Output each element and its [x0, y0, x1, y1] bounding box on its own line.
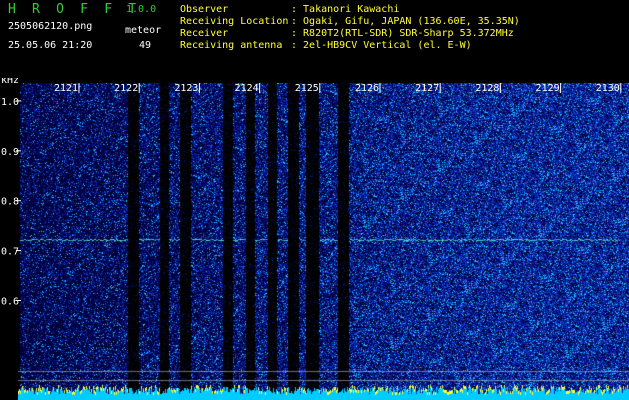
spectrogram-axes: kHz 1.11.00.90.80.70.6 21212122212321242…: [1, 78, 622, 308]
antenna-value: : 2el-HB9CV Vertical (el. E-W): [291, 40, 472, 51]
observer-value: : Takanori Kawachi: [291, 4, 400, 15]
x-tick-label: 2123: [174, 83, 198, 94]
location-label: Receiving Location: [180, 16, 289, 27]
timestamp: 25.05.06 21:20: [8, 40, 93, 51]
x-tick-label: 2121: [54, 83, 78, 94]
x-tick-label: 2122: [114, 83, 138, 94]
y-unit-label: kHz: [1, 78, 19, 86]
y-tick-label: 0.8: [1, 197, 19, 208]
x-tick-label: 2129: [536, 83, 560, 94]
x-tick-label: 2125: [295, 83, 319, 94]
y-axis: 1.11.00.90.80.70.6: [1, 97, 21, 308]
location-value: : Ogaki, Gifu, JAPAN (136.60E, 35.35N): [291, 16, 520, 27]
receiver-value: : R820T2(RTL-SDR) SDR-Sharp 53.372MHz: [291, 28, 514, 39]
x-tick-label: 2127: [415, 83, 439, 94]
y-tick-label: 1.0: [1, 97, 19, 108]
y-tick-label: 0.6: [1, 297, 19, 308]
x-tick-label: 2128: [475, 83, 499, 94]
y-tick-label: 0.7: [1, 247, 19, 258]
antenna-label: Receiving antenna: [180, 40, 283, 51]
x-axis: 2121 2122 2123 2124 2125 2126 2127 2128 2129 2130: [54, 83, 622, 94]
y-tick-label: 0.9: [1, 147, 19, 158]
meteor-label: meteor: [125, 25, 162, 36]
observer-label: Observer: [180, 4, 229, 15]
app-version: 1.0.0: [126, 4, 157, 15]
x-tick-label: 2124: [235, 83, 259, 94]
meteor-count: 49: [139, 40, 152, 51]
file-name: 2505062120.png: [8, 21, 93, 32]
receiver-label: Receiver: [180, 28, 229, 39]
app-title: H R O F F T: [8, 2, 141, 17]
x-tick-label: 2130: [596, 83, 620, 94]
header-panel: H R O F F T 1.0.0 2505062120.png 25.05.0…: [0, 0, 629, 78]
x-tick-label: 2126: [355, 83, 379, 94]
